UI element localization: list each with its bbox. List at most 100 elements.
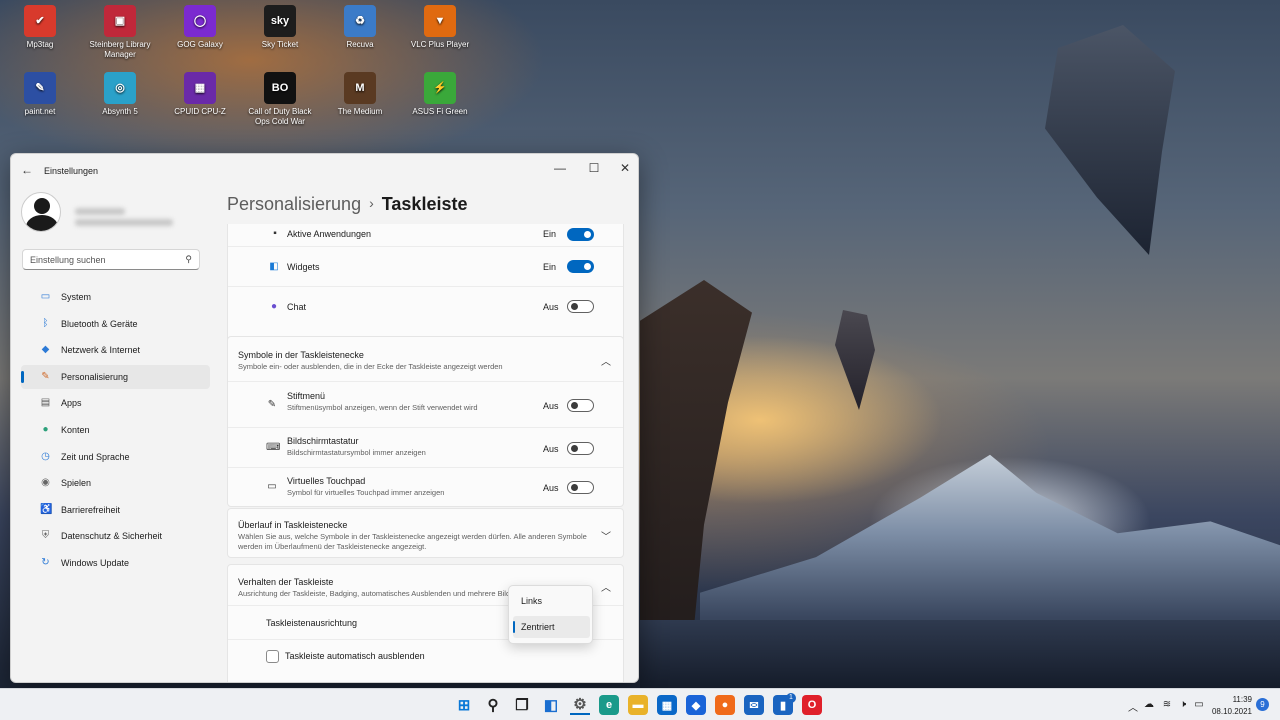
window-title: Einstellungen xyxy=(44,166,99,176)
desktop-icon-label: GOG Galaxy xyxy=(177,40,223,49)
edge-icon[interactable]: e xyxy=(599,695,619,715)
toggle-active-apps[interactable] xyxy=(567,228,594,241)
chevron-up-icon[interactable]: ︿ xyxy=(1127,699,1139,714)
toggle-widgets[interactable] xyxy=(567,260,594,273)
autohide-checkbox[interactable] xyxy=(266,650,279,663)
sidebar-item[interactable]: ▭ System xyxy=(21,285,210,309)
cloud-icon[interactable]: ☁ xyxy=(1143,699,1155,710)
breadcrumb-parent[interactable]: Personalisierung xyxy=(227,194,361,214)
maximize-button[interactable]: ☐ xyxy=(579,158,609,178)
toggle-touch-keyboard[interactable] xyxy=(567,442,594,455)
start-icon[interactable]: ⊞ xyxy=(454,695,474,715)
app-icon: ⚡ xyxy=(424,72,456,104)
app-icon: ♻ xyxy=(344,5,376,37)
back-arrow-icon[interactable]: ← xyxy=(21,163,33,177)
setting-row-autohide: Taskleiste automatisch ausblenden xyxy=(228,639,623,673)
desktop-icon-label: Mp3tag xyxy=(26,40,54,49)
blurred-email xyxy=(75,219,173,226)
desktop-icon[interactable]: ▼ VLC Plus Player xyxy=(402,5,478,50)
clock-date[interactable]: 08.10.2021 xyxy=(1210,707,1252,716)
setting-row-virtual-touchpad: ▭ Virtuelles Touchpad Symbol für virtuel… xyxy=(228,467,623,507)
search-input[interactable]: Einstellung suchen ⚲ xyxy=(22,249,200,270)
wallpaper-ground xyxy=(640,620,1280,688)
explorer-icon[interactable]: ▬ xyxy=(628,695,648,715)
volume-icon[interactable]: 🕨 xyxy=(1177,699,1189,710)
chat-icon: ● xyxy=(270,301,278,312)
mail-icon[interactable]: ✉ xyxy=(744,695,764,715)
setting-label: Virtuelles Touchpad xyxy=(287,476,366,486)
sidebar-item[interactable]: ✎ Personalisierung xyxy=(21,364,210,389)
dropbox-icon[interactable]: ◆ xyxy=(686,695,706,715)
sidebar-item-label: System xyxy=(61,292,92,302)
sidebar-item[interactable]: ⛨ Datenschutz & Sicherheit xyxy=(21,524,210,548)
setting-description: Symbol für virtuelles Touchpad immer anz… xyxy=(287,488,445,497)
settings-window: ← Einstellungen — ☐ ✕ Einstellung suchen… xyxy=(10,153,639,683)
opera-icon[interactable]: O xyxy=(802,695,822,715)
desktop-icon[interactable]: ▦ CPUID CPU-Z xyxy=(162,72,238,117)
close-button[interactable]: ✕ xyxy=(610,158,638,178)
sidebar-item[interactable]: ● Konten xyxy=(21,418,210,442)
sidebar-item[interactable]: ↻ Windows Update xyxy=(21,551,210,575)
sidebar-item[interactable]: ▤ Apps xyxy=(21,391,210,415)
widgets-icon: ◧ xyxy=(269,261,279,272)
notification-badge[interactable]: 9 xyxy=(1256,698,1269,711)
toggle-virtual-touchpad[interactable] xyxy=(567,481,594,494)
toggle-state-text: Ein xyxy=(543,262,557,272)
breadcrumb-separator: › xyxy=(369,195,374,211)
desktop-icon[interactable]: sky Sky Ticket xyxy=(242,5,318,50)
setting-row-touch-keyboard: ⌨ Bildschirmtastatur Bildschirmtastaturs… xyxy=(228,427,623,467)
keyboard-icon: ⌨ xyxy=(266,442,281,453)
sidebar-item-label: Zeit und Sprache xyxy=(61,451,130,462)
setting-row-widgets: ◧ Widgets Ein xyxy=(228,246,623,286)
toggle-pen-menu[interactable] xyxy=(567,399,594,412)
section-title: Überlauf in Taskleistenecke xyxy=(238,520,348,530)
overflow-card[interactable]: Überlauf in Taskleistenecke Wählen Sie a… xyxy=(227,508,624,558)
app-icon: M xyxy=(344,72,376,104)
app-badge: 1 xyxy=(786,693,796,703)
settings-icon[interactable]: ⚙ xyxy=(570,695,590,715)
chevron-down-icon: ﹀ xyxy=(601,532,611,543)
battery-icon[interactable]: ▭ xyxy=(1193,699,1205,710)
desktop-icon[interactable]: ▣ Steinberg Library Manager xyxy=(82,5,158,60)
search-icon[interactable]: ⚲ xyxy=(483,695,503,715)
sidebar-item[interactable]: ◆ Netzwerk & Internet xyxy=(21,338,210,362)
update-icon: ↻ xyxy=(41,557,50,568)
app-icon: ✎ xyxy=(24,72,56,104)
desktop-icon[interactable]: ✎ paint.net xyxy=(2,72,78,117)
title-bar: ← Einstellungen — ☐ ✕ xyxy=(11,154,638,186)
toggle-chat[interactable] xyxy=(567,300,594,313)
wifi-icon[interactable]: ≋ xyxy=(1161,699,1173,710)
chevron-up-icon: ︿ xyxy=(601,357,611,368)
chevron-up-icon: ︿ xyxy=(601,583,611,594)
clock-time[interactable]: 11:39 xyxy=(1210,695,1252,704)
toggle-state-text: Ein xyxy=(543,229,557,239)
sidebar-item-label: Windows Update xyxy=(61,558,130,568)
desktop-icon[interactable]: M The Medium xyxy=(322,72,398,117)
touchpad-icon: ▭ xyxy=(267,481,277,492)
widgets-icon[interactable]: ◧ xyxy=(541,695,561,715)
store-icon[interactable]: ▦ xyxy=(657,695,677,715)
toggle-state-text: Aus xyxy=(543,444,559,454)
dropdown-option-zentriert[interactable]: Zentriert xyxy=(513,616,590,638)
active-indicator xyxy=(21,370,24,383)
sidebar-item[interactable]: ◷ Zeit und Sprache xyxy=(21,445,210,469)
sidebar-item[interactable]: ᛒ Bluetooth & Geräte xyxy=(21,312,210,336)
sidebar-item[interactable]: ♿ Barrierefreiheit xyxy=(21,498,210,522)
search-placeholder: Einstellung suchen xyxy=(30,255,106,265)
desktop-icon-label: Steinberg Library Manager xyxy=(89,40,151,59)
corner-icons-header[interactable]: Symbole in der Taskleistenecke Symbole e… xyxy=(228,337,623,381)
sidebar-item-label: Barrierefreiheit xyxy=(61,504,121,515)
setting-label[interactable]: Taskleiste automatisch ausblenden xyxy=(285,651,425,661)
desktop-icon[interactable]: BO Call of Duty Black Ops Cold War xyxy=(242,72,318,127)
sidebar-item[interactable]: ◉ Spielen xyxy=(21,471,210,495)
minimize-button[interactable]: — xyxy=(545,158,575,178)
section-title: Verhalten der Taskleiste xyxy=(238,577,334,587)
desktop-icon[interactable]: ♻ Recuva xyxy=(322,5,398,50)
desktop-icon[interactable]: ◎ Absynth 5 xyxy=(82,72,158,117)
dropdown-option-links[interactable]: Links xyxy=(513,590,590,612)
desktop-icon[interactable]: ⚡ ASUS Fi Green xyxy=(402,72,478,117)
desktop-icon[interactable]: ✔ Mp3tag xyxy=(2,5,78,50)
firefox-icon[interactable]: ● xyxy=(715,695,735,715)
desktop-icon[interactable]: ◯ GOG Galaxy xyxy=(162,5,238,50)
task-view-icon[interactable]: ❐ xyxy=(512,695,532,715)
